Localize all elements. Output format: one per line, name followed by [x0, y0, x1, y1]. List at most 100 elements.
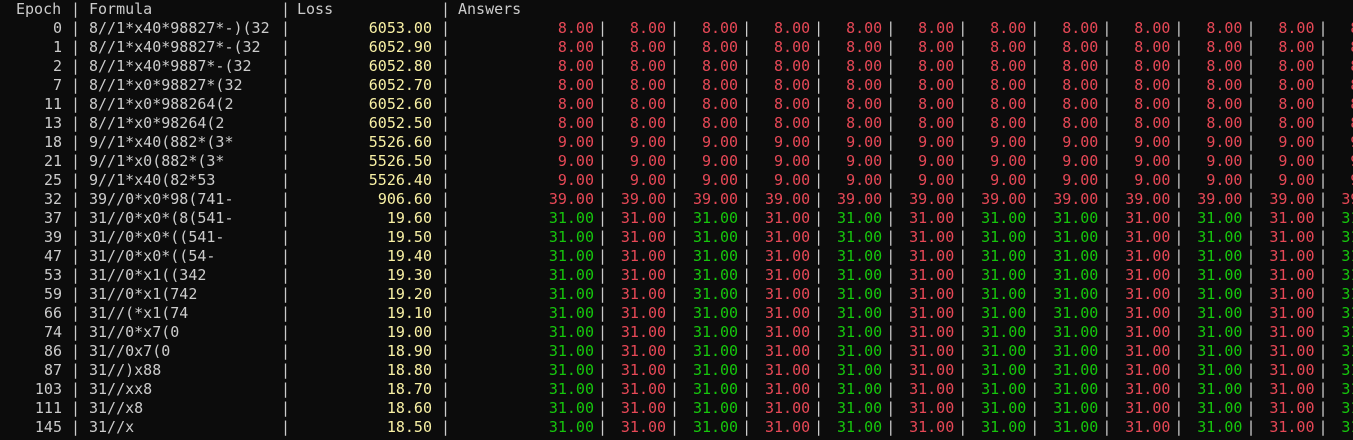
separator: |	[71, 19, 81, 37]
answer-cell: 8.00	[1206, 38, 1243, 56]
separator: |	[281, 76, 291, 94]
separator: |	[886, 38, 896, 56]
answer-cell: 31.00	[1269, 380, 1315, 398]
separator: |	[441, 190, 451, 208]
answer-cell: 9.00	[846, 152, 883, 170]
answer-cell: 8.00	[629, 95, 667, 113]
separator: |	[441, 209, 451, 227]
answer-cell: 31.00	[1341, 285, 1353, 303]
separator: |	[598, 380, 608, 398]
separator: |	[1174, 285, 1184, 303]
answer-cell: 8.00	[918, 95, 955, 113]
loss-cell: 18.70	[386, 380, 432, 398]
answer-cell: 31.00	[620, 323, 667, 341]
epoch-cell: 39	[43, 228, 62, 246]
epoch-cell: 11	[43, 95, 62, 113]
separator: |	[1102, 304, 1112, 322]
answer-cell: 9.00	[774, 152, 811, 170]
answer-cell: 31.00	[548, 304, 594, 322]
separator: |	[441, 285, 451, 303]
separator: |	[1174, 19, 1184, 37]
separator: |	[1174, 304, 1184, 322]
answer-cell: 8.00	[557, 76, 594, 94]
table-row: 0 | | | 8//1*x40*98827*-)(32 6053.00 8.00 | 8.00…	[0, 19, 1353, 38]
separator: |	[814, 399, 824, 417]
answer-cell: 31.00	[837, 304, 883, 322]
separator: |	[1030, 19, 1040, 37]
answer-cell: 31.00	[1053, 247, 1099, 265]
separator: |	[886, 209, 896, 227]
answer-cell: 31.00	[1341, 228, 1353, 246]
separator: |	[1318, 266, 1328, 284]
table-row: 2 | | | 8//1*x40*9887*-(32 6052.80 8.00 | 8.00 | 8…	[0, 57, 1353, 76]
separator: |	[742, 152, 752, 170]
answer-cell: 9.00	[1134, 171, 1171, 189]
separator: |	[886, 133, 896, 151]
answer-cell: 31.00	[620, 304, 667, 322]
separator: |	[1030, 304, 1040, 322]
separator: |	[441, 380, 451, 398]
formula-cell: 8//1*x0*988264(2	[89, 95, 234, 113]
separator: |	[71, 247, 81, 265]
answer-cell: 8.00	[1278, 19, 1315, 37]
formula-cell: 31//(*x1(74	[89, 304, 189, 322]
answer-cell: 9.00	[629, 152, 667, 170]
answer-cell: 9.00	[990, 133, 1027, 151]
answer-cell: 31.00	[1197, 380, 1243, 398]
answer-cell: 31.00	[548, 228, 594, 246]
answer-cell: 31.00	[837, 266, 883, 284]
answer-cell: 31.00	[764, 399, 811, 417]
separator: |	[814, 266, 824, 284]
separator: |	[958, 304, 968, 322]
answer-cell: 31.00	[1269, 399, 1315, 417]
separator: |	[670, 399, 680, 417]
separator: |	[814, 361, 824, 379]
separator: |	[1246, 399, 1256, 417]
separator: |	[886, 285, 896, 303]
separator: |	[958, 209, 968, 227]
separator: |	[598, 209, 608, 227]
separator: |	[1030, 399, 1040, 417]
separator: |	[598, 247, 608, 265]
header-loss: Loss	[297, 0, 334, 18]
separator: |	[441, 399, 451, 417]
separator: |	[71, 95, 81, 113]
answer-cell: 9.00	[629, 133, 667, 151]
separator: |	[598, 228, 608, 246]
separator: |	[1318, 209, 1328, 227]
separator: |	[670, 209, 680, 227]
answer-cell: 9.00	[629, 171, 667, 189]
separator: |	[71, 38, 81, 56]
answer-cell: 8.00	[557, 19, 594, 37]
answer-cell: 31.00	[620, 342, 667, 360]
separator: |	[1318, 323, 1328, 341]
separator: |	[1246, 342, 1256, 360]
answer-cell: 8.00	[1062, 95, 1099, 113]
separator: |	[1318, 399, 1328, 417]
epoch-cell: 86	[43, 342, 62, 360]
answer-cell: 31.00	[692, 247, 739, 265]
separator: |	[1174, 152, 1184, 170]
separator: |	[886, 19, 896, 37]
table-row: 25 | | | 9//1*x40(82*53 5526.40 9.00 | 9.00 | 9.00…	[0, 171, 1353, 190]
loss-cell: 19.50	[386, 228, 432, 246]
separator: |	[71, 114, 81, 132]
answer-cell: 31.00	[1053, 304, 1099, 322]
separator: |	[71, 323, 81, 341]
separator: |	[886, 361, 896, 379]
answer-cell: 31.00	[1269, 342, 1315, 360]
answer-cell: 31.00	[764, 361, 811, 379]
answer-cell: 31.00	[1269, 323, 1315, 341]
separator: |	[1318, 76, 1328, 94]
answer-cell: 31.00	[620, 266, 667, 284]
epoch-cell: 111	[34, 399, 62, 417]
separator: |	[1246, 323, 1256, 341]
separator: |	[1318, 152, 1328, 170]
answer-cell: 31.00	[764, 285, 811, 303]
loss-cell: 6052.70	[368, 76, 432, 94]
separator: |	[281, 152, 291, 170]
formula-cell: 31//0*x0*((54-	[89, 247, 216, 265]
table-row: 86 | | | 31//0x7(0 18.90 31.00 | 31.00 | 31.00 | 31.…	[0, 342, 1353, 361]
answer-cell: 9.00	[557, 171, 594, 189]
separator: |	[814, 228, 824, 246]
